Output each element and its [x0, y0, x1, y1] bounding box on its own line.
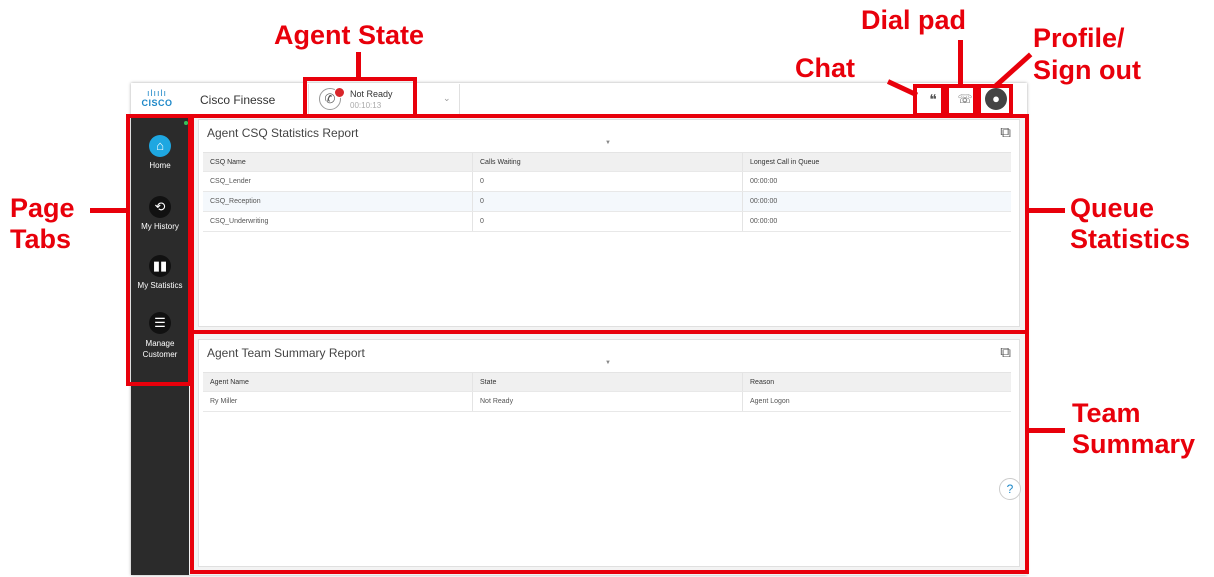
- agent-state-connector: [356, 52, 361, 78]
- annotation-queue-line1: Queue: [1070, 193, 1155, 223]
- queue-statistics-highlight-box: [190, 114, 1029, 334]
- queue-connector: [1029, 208, 1065, 213]
- annotation-dial-pad: Dial pad: [861, 5, 967, 35]
- annotation-page-line2: Tabs: [10, 224, 72, 254]
- annotation-profile-line1: Profile/: [1033, 23, 1125, 53]
- team-summary-highlight-box: [190, 330, 1029, 574]
- annotation-page-line1: Page: [10, 193, 75, 223]
- annotation-queue-statistics: Queue Statistics: [1070, 193, 1190, 255]
- cisco-logo-bars-icon: ılıılı: [146, 88, 167, 98]
- chevron-down-icon[interactable]: ⌄: [443, 93, 451, 104]
- annotation-profile-line2: Sign out: [1033, 55, 1141, 85]
- annotation-team-line2: Summary: [1072, 429, 1196, 459]
- annotation-page-tabs: Page Tabs: [10, 193, 75, 255]
- page-tabs-connector: [90, 208, 126, 213]
- annotation-chat: Chat: [795, 53, 855, 83]
- profile-highlight-box: [977, 84, 1013, 117]
- app-title: Cisco Finesse: [200, 93, 276, 107]
- annotation-agent-state: Agent State: [274, 20, 425, 50]
- annotation-profile: Profile/ Sign out: [1033, 22, 1141, 86]
- annotation-team-line1: Team: [1072, 398, 1141, 428]
- header-bar: ılıılı CISCO Cisco Finesse ✆ Not Ready 0…: [131, 83, 1027, 116]
- agent-state-highlight-box: [303, 77, 417, 118]
- dial-pad-connector: [958, 40, 963, 85]
- cisco-logo: ılıılı CISCO: [137, 88, 177, 110]
- annotation-queue-line2: Statistics: [1070, 224, 1191, 254]
- cisco-logo-text: CISCO: [141, 98, 173, 108]
- chat-highlight-box: [913, 84, 945, 117]
- dial-pad-highlight-box: [945, 84, 977, 117]
- page-tabs-highlight-box: [126, 114, 192, 386]
- annotation-team-summary: Team Summary: [1072, 398, 1195, 460]
- team-connector: [1029, 428, 1065, 433]
